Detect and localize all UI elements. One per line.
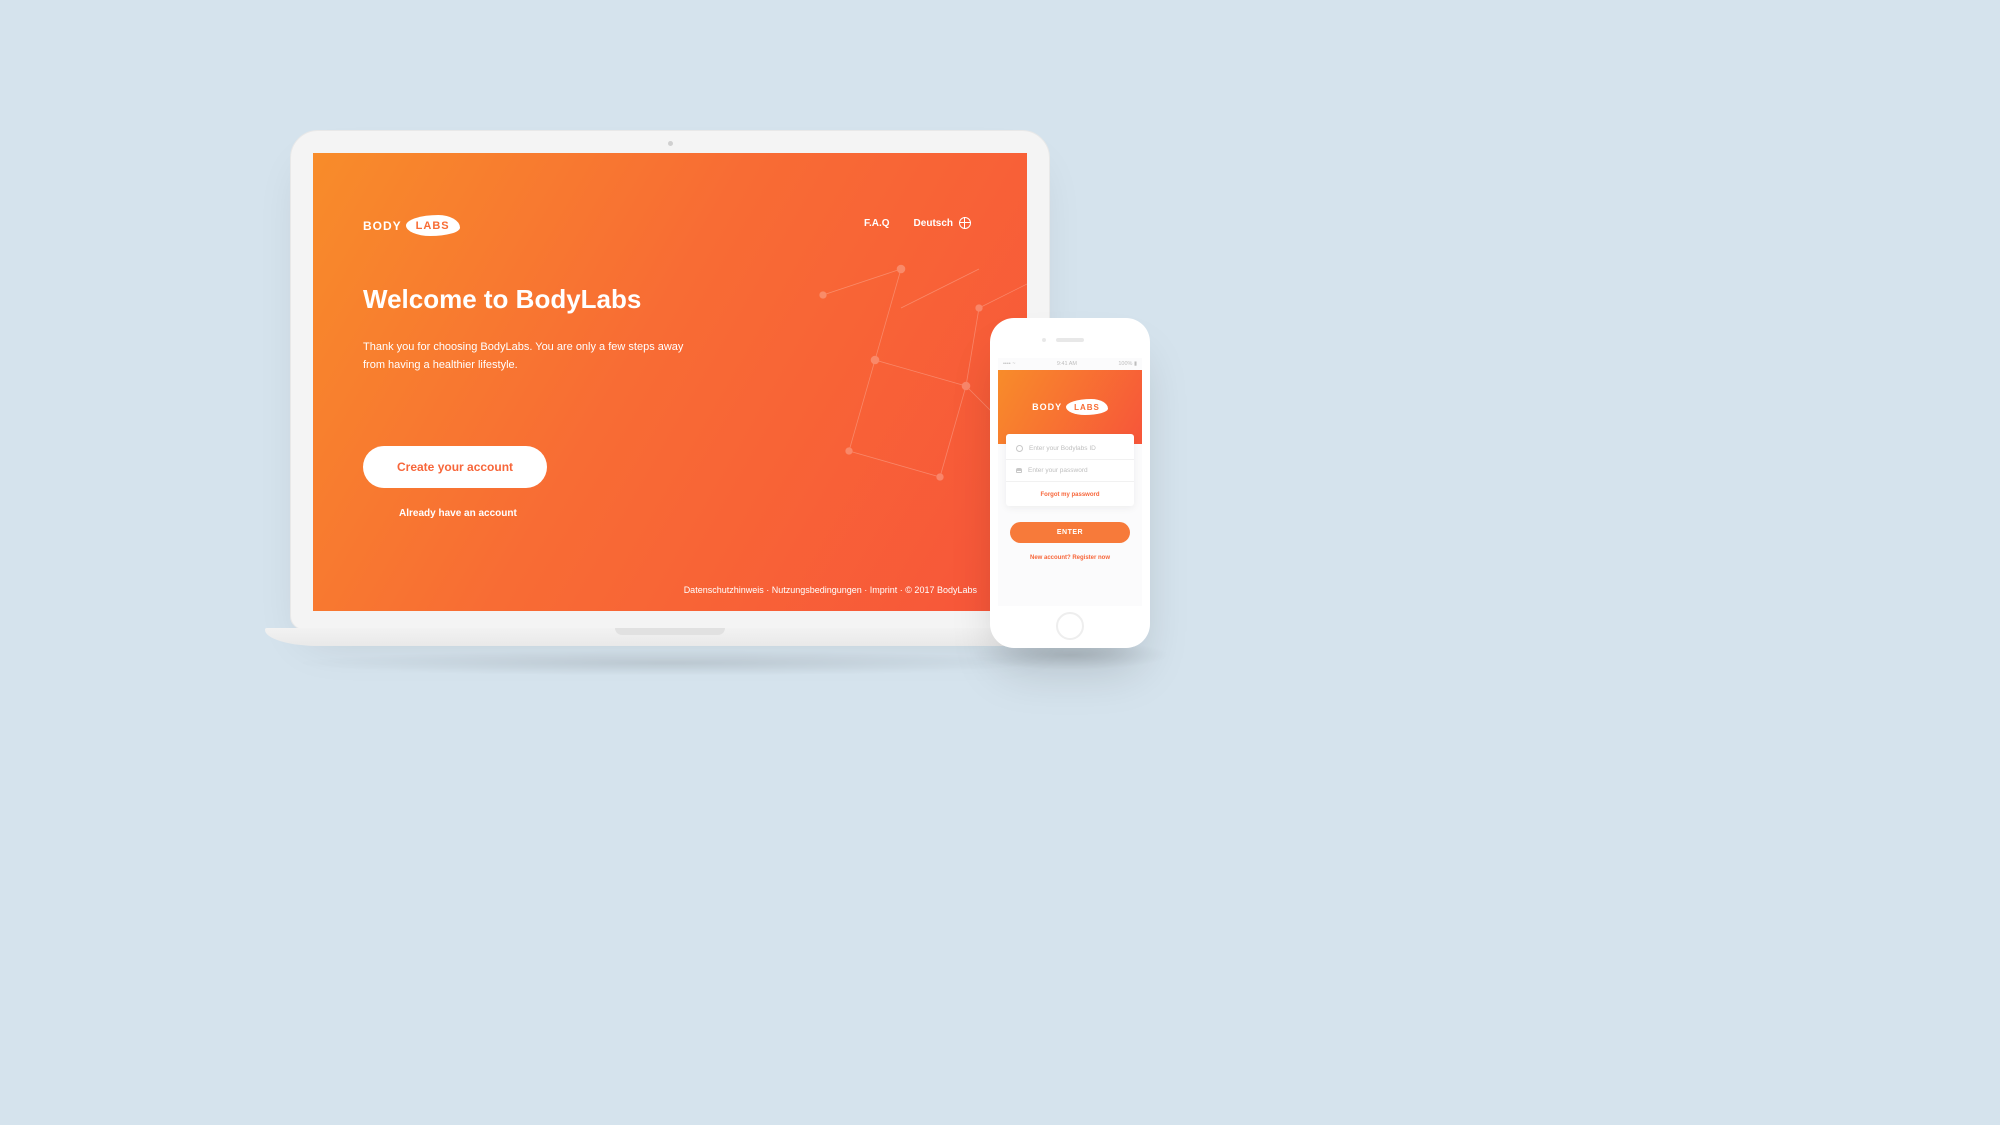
status-battery: 100% ▮	[1118, 361, 1137, 367]
login-card: Enter your Bodylabs ID Enter your passwo…	[1006, 434, 1134, 506]
logo-text-labs: LABS	[406, 215, 460, 236]
logo-text-body: BODY	[363, 219, 402, 233]
lock-icon	[1016, 468, 1022, 473]
cta-group: Create your account Already have an acco…	[363, 446, 977, 519]
register-now-link[interactable]: Register now	[1072, 555, 1110, 561]
footer-links[interactable]: Datenschutzhinweis · Nutzungsbedingungen…	[684, 585, 977, 595]
page-subtitle: Thank you for choosing BodyLabs. You are…	[363, 339, 693, 374]
language-label: Deutsch	[914, 218, 953, 229]
create-account-button[interactable]: Create your account	[363, 446, 547, 488]
user-icon	[1016, 445, 1023, 452]
register-prompt: New account? Register now	[998, 555, 1142, 561]
top-nav: F.A.Q Deutsch	[864, 217, 971, 229]
phone-device-mockup: •••• ~ 9:41 AM 100% ▮ BODY LABS Enter yo…	[990, 318, 1150, 648]
laptop-shadow	[290, 650, 1050, 676]
phone-status-bar: •••• ~ 9:41 AM 100% ▮	[998, 358, 1142, 370]
bodylabs-id-field[interactable]: Enter your Bodylabs ID	[1006, 438, 1134, 460]
laptop-device-mockup: BODY LABS F.A.Q Deutsch Welcome to BodyL…	[290, 130, 1050, 676]
logo-text-labs: LABS	[1066, 399, 1108, 415]
laptop-lid: BODY LABS F.A.Q Deutsch Welcome to BodyL…	[290, 130, 1050, 630]
already-have-account-link[interactable]: Already have an account	[399, 508, 517, 519]
register-prompt-text: New account?	[1030, 555, 1072, 561]
status-carrier: •••• ~	[1003, 361, 1015, 367]
laptop-base	[265, 628, 1075, 646]
phone-camera-icon	[1042, 338, 1046, 342]
laptop-notch	[615, 628, 725, 635]
laptop-camera-icon	[668, 141, 673, 146]
status-time: 9:41 AM	[1057, 361, 1077, 367]
logo-text-body: BODY	[1032, 402, 1062, 412]
page-title: Welcome to BodyLabs	[363, 284, 693, 315]
phone-home-button[interactable]	[1056, 612, 1084, 640]
phone-speaker-icon	[1056, 338, 1084, 342]
enter-button[interactable]: ENTER	[1010, 522, 1130, 543]
language-switcher[interactable]: Deutsch	[914, 217, 971, 229]
globe-icon	[959, 217, 971, 229]
bodylabs-id-placeholder: Enter your Bodylabs ID	[1029, 445, 1096, 452]
phone-hero: BODY LABS	[998, 370, 1142, 444]
laptop-screen: BODY LABS F.A.Q Deutsch Welcome to BodyL…	[313, 153, 1027, 611]
hero-section: Welcome to BodyLabs Thank you for choosi…	[363, 284, 693, 374]
password-field[interactable]: Enter your password	[1006, 460, 1134, 482]
phone-screen: •••• ~ 9:41 AM 100% ▮ BODY LABS Enter yo…	[998, 358, 1142, 606]
phone-brand-logo: BODY LABS	[1032, 399, 1108, 415]
password-placeholder: Enter your password	[1028, 467, 1088, 474]
forgot-password-link[interactable]: Forgot my password	[1006, 482, 1134, 502]
faq-link[interactable]: F.A.Q	[864, 218, 890, 229]
